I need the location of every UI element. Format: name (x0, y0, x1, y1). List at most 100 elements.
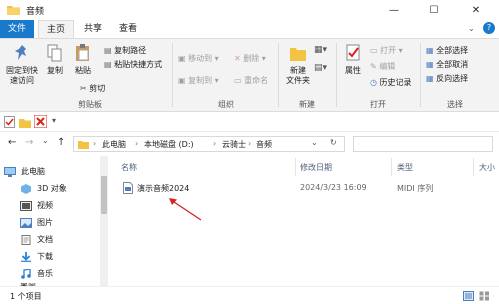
rename-button[interactable]: ▭ 重命名 (234, 75, 268, 86)
rename-label: 重命名 (244, 76, 269, 85)
column-size[interactable]: 大小 (479, 162, 495, 173)
nav-item-pictures[interactable]: 图片 (20, 215, 53, 230)
recent-locations-button[interactable]: ⌄ (42, 136, 49, 145)
copy-to-button[interactable]: ▣ 复制到 ▾ (178, 75, 219, 86)
explorer-window: 音频 — ☐ ✕ 文件 主页 共享 查看 ⌄ ? 固定到快 速访问 复制 粘贴 … (0, 0, 499, 304)
crumb-this-pc[interactable]: 此电脑 (102, 139, 126, 150)
nav-item-music[interactable]: 音乐 (20, 266, 53, 281)
open-button[interactable]: ▭ 打开 ▾ (370, 45, 403, 56)
copy-path-button[interactable]: ▤ 复制路径 (104, 45, 146, 56)
pin-quick-access-button[interactable]: 固定到快 速访问 (4, 43, 40, 86)
crumb-yunqishi[interactable]: 云骑士 (222, 139, 246, 150)
refresh-icon[interactable]: ↻ (330, 138, 337, 147)
rename-icon: ▭ (234, 76, 245, 85)
crumb-separator: › (248, 139, 252, 148)
details-view-icon[interactable] (463, 291, 474, 301)
crumb-audio[interactable]: 音频 (256, 139, 272, 150)
nav-scrollbar-thumb[interactable] (101, 176, 107, 214)
tab-home[interactable]: 主页 (38, 20, 74, 39)
qat-customize-icon[interactable]: ▾ (52, 116, 56, 125)
paste-button[interactable]: 粘贴 (70, 43, 96, 76)
nav-label: 视频 (37, 201, 53, 210)
nav-label: 图片 (37, 218, 53, 227)
cube-icon (21, 183, 31, 194)
column-type[interactable]: 类型 (397, 162, 413, 173)
edit-button[interactable]: ✎ 编辑 (370, 61, 395, 72)
paste-shortcut-button[interactable]: ▤ 粘贴快捷方式 (104, 59, 162, 70)
select-all-button[interactable]: ▦ 全部选择 (426, 45, 468, 56)
select-none-button[interactable]: ▦ 全部取消 (426, 59, 468, 70)
new-folder-button[interactable]: 新建 文件夹 (282, 43, 314, 86)
copy-path-label: 复制路径 (114, 46, 147, 55)
open-label: 打开 ▾ (380, 46, 403, 55)
copy-label: 复制 (47, 66, 63, 75)
back-button[interactable]: ← (8, 137, 16, 148)
column-separator (391, 158, 392, 176)
nav-item-3d-objects[interactable]: 3D 对象 (20, 181, 67, 196)
search-input[interactable] (353, 136, 493, 152)
ribbon-tabs: 文件 主页 共享 查看 ⌄ ? (0, 20, 499, 39)
copy-icon (47, 44, 62, 62)
column-name[interactable]: 名称 (121, 162, 137, 173)
file-name: 演示音频2024 (137, 184, 190, 193)
up-button[interactable]: ↑ (57, 137, 65, 148)
nav-scrollbar[interactable] (100, 156, 108, 286)
cut-label: 剪切 (89, 84, 106, 93)
address-bar[interactable]: › 此电脑 › 本地磁盘 (D:) › 云骑士 › 音频 ⌄ ↻ (73, 136, 345, 152)
tab-share[interactable]: 共享 (78, 20, 108, 38)
open-icon: ▭ (370, 46, 381, 55)
nav-item-documents[interactable]: 文档 (20, 232, 53, 247)
paste-label: 粘贴 (75, 66, 91, 75)
title-bar: 音频 — ☐ ✕ (0, 0, 499, 20)
copy-button[interactable]: 复制 (42, 43, 68, 76)
window-title: 音频 (26, 7, 45, 17)
move-to-button[interactable]: ▣ 移动到 ▾ (178, 53, 219, 64)
paste-shortcut-icon: ▤ (104, 60, 115, 69)
column-separator (295, 158, 296, 176)
delete-button[interactable]: ✕ 删除 ▾ (234, 53, 266, 64)
move-to-label: 移动到 ▾ (188, 54, 219, 63)
copy-to-label: 复制到 ▾ (188, 76, 219, 85)
delete-icon[interactable] (34, 115, 47, 128)
history-icon: ◷ (370, 78, 380, 87)
crumb-separator: › (135, 139, 139, 148)
help-icon[interactable]: ? (483, 22, 495, 34)
close-button[interactable]: ✕ (456, 0, 496, 20)
nav-label: 文档 (37, 235, 53, 244)
forward-button[interactable]: → (25, 137, 33, 148)
maximize-button[interactable]: ☐ (414, 0, 454, 20)
new-item-icon[interactable]: ▦▾ (314, 45, 327, 55)
cut-button[interactable]: ✂ 剪切 (80, 83, 105, 94)
new-folder-label-1: 新建 (290, 66, 306, 75)
minimize-button[interactable]: — (374, 0, 414, 20)
nav-item-videos[interactable]: 视频 (20, 198, 53, 213)
tab-file[interactable]: 文件 (0, 20, 34, 38)
properties-icon[interactable] (4, 116, 15, 128)
file-type: MIDI 序列 (397, 184, 434, 193)
properties-button[interactable]: 属性 (340, 43, 366, 76)
computer-icon (4, 166, 16, 177)
ribbon-separator (420, 43, 421, 107)
large-icons-view-icon[interactable] (479, 291, 490, 301)
properties-icon (346, 44, 360, 61)
easy-access-icon[interactable]: ▤▾ (314, 63, 327, 73)
folder-icon (7, 6, 20, 15)
history-button[interactable]: ◷ 历史记录 (370, 77, 412, 88)
nav-item-this-pc[interactable]: 此电脑 (4, 164, 45, 179)
select-none-icon: ▦ (426, 60, 437, 69)
new-folder-icon[interactable] (19, 116, 31, 128)
select-all-label: 全部选择 (436, 46, 469, 55)
invert-selection-button[interactable]: ▦ 反向选择 (426, 73, 468, 84)
address-dropdown-icon[interactable]: ⌄ (311, 138, 318, 147)
video-icon (20, 200, 32, 211)
crumb-local-disk[interactable]: 本地磁盘 (D:) (144, 139, 194, 150)
ribbon-expand-icon[interactable]: ⌄ (468, 24, 475, 33)
new-folder-label-2: 文件夹 (286, 76, 310, 85)
status-bar: 1 个项目 (0, 286, 499, 304)
column-modified[interactable]: 修改日期 (300, 162, 332, 173)
table-row[interactable]: 演示音频2024 2024/3/23 16:09 MIDI 序列 (119, 180, 499, 196)
nav-item-downloads[interactable]: 下载 (20, 249, 53, 264)
nav-label: 3D 对象 (37, 184, 67, 193)
tab-view[interactable]: 查看 (112, 20, 144, 38)
item-count: 1 个项目 (10, 292, 42, 301)
